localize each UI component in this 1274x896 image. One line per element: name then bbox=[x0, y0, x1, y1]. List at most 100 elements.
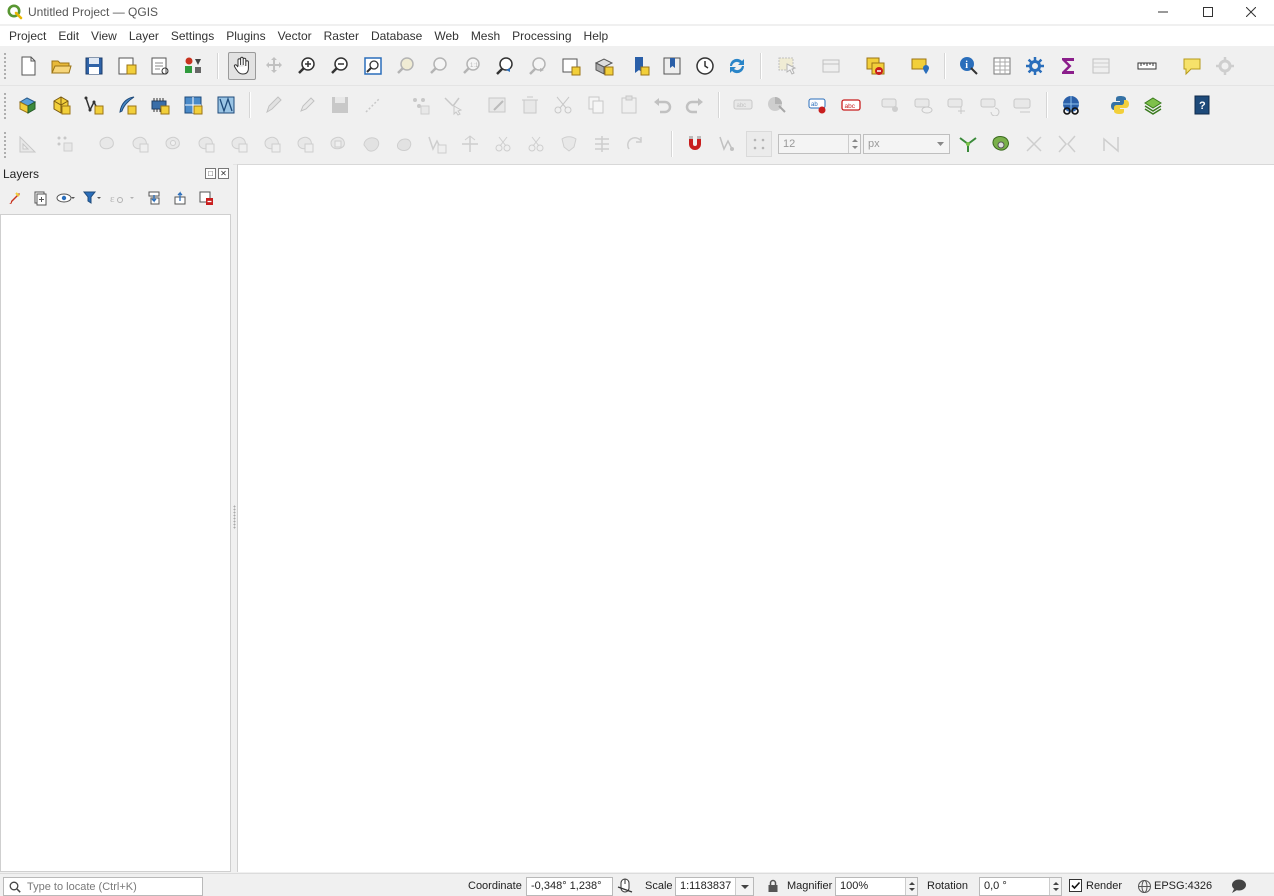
layout-manager-button[interactable] bbox=[147, 53, 173, 79]
spin-arrows[interactable] bbox=[848, 135, 860, 153]
zoom-to-selection-button[interactable] bbox=[393, 53, 419, 79]
select-by-value-button[interactable] bbox=[818, 53, 844, 79]
menu-project[interactable]: Project bbox=[3, 26, 52, 47]
messages-button[interactable] bbox=[1230, 878, 1248, 894]
zoom-last-button[interactable] bbox=[492, 53, 518, 79]
statistical-summary-button[interactable] bbox=[1055, 53, 1081, 79]
delete-selected-button[interactable] bbox=[517, 92, 543, 118]
offset-curve-button[interactable] bbox=[259, 131, 285, 157]
zoom-to-layer-button[interactable] bbox=[426, 53, 452, 79]
minimize-button[interactable] bbox=[1140, 0, 1186, 24]
show-hide-labels-button[interactable] bbox=[911, 92, 937, 118]
align-features-button[interactable] bbox=[589, 131, 615, 157]
quickmapservices-button[interactable] bbox=[1140, 92, 1166, 118]
maximize-button[interactable] bbox=[1185, 0, 1231, 24]
pin-unpin-labels-button[interactable] bbox=[878, 92, 904, 118]
current-edits-button[interactable] bbox=[261, 92, 287, 118]
menu-plugins[interactable]: Plugins bbox=[220, 26, 271, 47]
redo-button[interactable] bbox=[682, 92, 708, 118]
toolbar-grip[interactable] bbox=[3, 131, 7, 159]
manage-map-themes-button[interactable] bbox=[56, 188, 76, 208]
rotation-spinbox[interactable]: 0,0 ° bbox=[979, 877, 1062, 896]
scale-dropdown-button[interactable] bbox=[735, 878, 753, 895]
fill-ring-button[interactable] bbox=[127, 131, 153, 157]
rotate-feature-button[interactable] bbox=[391, 131, 417, 157]
snapping-on-intersection-button[interactable] bbox=[988, 131, 1014, 157]
zoom-in-button[interactable] bbox=[294, 53, 320, 79]
move-label-button[interactable] bbox=[944, 92, 970, 118]
deselect-features-button[interactable] bbox=[862, 53, 888, 79]
layer-labeling-options-button[interactable]: abc bbox=[730, 92, 756, 118]
rotate-label-button[interactable] bbox=[977, 92, 1003, 118]
tracing-button[interactable] bbox=[1054, 131, 1080, 157]
new-bookmark-button[interactable] bbox=[627, 53, 653, 79]
add-ring-feature-button[interactable] bbox=[358, 131, 384, 157]
save-layer-edits-button[interactable] bbox=[327, 92, 353, 118]
refresh-button[interactable] bbox=[724, 53, 750, 79]
remove-layer-button[interactable] bbox=[196, 188, 216, 208]
new-shapefile-layer-button[interactable] bbox=[81, 92, 107, 118]
render-checkbox[interactable] bbox=[1069, 879, 1082, 892]
split-features-button[interactable] bbox=[490, 131, 516, 157]
data-source-manager-button[interactable] bbox=[15, 92, 41, 118]
new-project-button[interactable] bbox=[15, 53, 41, 79]
change-label-button[interactable] bbox=[1010, 92, 1036, 118]
merge-features-button[interactable] bbox=[523, 131, 549, 157]
float-panel-button[interactable]: □ bbox=[205, 168, 216, 179]
snapping-tolerance-spinbox[interactable]: 12 bbox=[778, 134, 861, 154]
toggle-extents-button[interactable] bbox=[617, 878, 633, 894]
highlight-pinned-labels-button[interactable]: ab bbox=[805, 92, 831, 118]
delete-ring-button[interactable] bbox=[160, 131, 186, 157]
locator-input[interactable] bbox=[27, 880, 197, 893]
toolbar-grip[interactable] bbox=[3, 92, 7, 120]
open-attribute-table-button[interactable] bbox=[989, 53, 1015, 79]
modify-attributes-button[interactable] bbox=[484, 92, 510, 118]
zoom-out-button[interactable] bbox=[327, 53, 353, 79]
advanced-digitizing-button[interactable] bbox=[15, 131, 41, 157]
toolbar-grip[interactable] bbox=[3, 52, 7, 80]
select-features-button[interactable] bbox=[774, 53, 800, 79]
magnifier-spin-arrows[interactable] bbox=[905, 878, 917, 895]
enable-snapping-button[interactable] bbox=[682, 131, 708, 157]
new-map-view-button[interactable] bbox=[558, 53, 584, 79]
split-parts-button[interactable] bbox=[424, 131, 450, 157]
new-temporary-layer-button[interactable] bbox=[147, 92, 173, 118]
temporal-controller-button[interactable] bbox=[692, 53, 718, 79]
identify-features-button[interactable]: i bbox=[956, 53, 982, 79]
menu-web[interactable]: Web bbox=[428, 26, 464, 47]
new-print-layout-button[interactable] bbox=[114, 53, 140, 79]
trim-extend-button[interactable] bbox=[622, 131, 648, 157]
cut-features-button[interactable] bbox=[550, 92, 576, 118]
map-tips-button[interactable] bbox=[1179, 53, 1205, 79]
metasearch-button[interactable] bbox=[1058, 92, 1084, 118]
menu-edit[interactable]: Edit bbox=[52, 26, 85, 47]
enable-avoid-overlap-button[interactable] bbox=[1098, 131, 1124, 157]
menu-help[interactable]: Help bbox=[578, 26, 615, 47]
layer-diagram-options-button[interactable] bbox=[763, 92, 789, 118]
merge-attributes-button[interactable] bbox=[556, 131, 582, 157]
reshape-features-button[interactable] bbox=[226, 131, 252, 157]
undo-button[interactable] bbox=[649, 92, 675, 118]
attribute-table-dropdown-button[interactable] bbox=[1088, 53, 1114, 79]
add-ring-button[interactable] bbox=[52, 131, 78, 157]
menu-mesh[interactable]: Mesh bbox=[465, 26, 506, 47]
zoom-full-button[interactable] bbox=[360, 53, 386, 79]
scale-combobox[interactable]: 1:1183837 bbox=[675, 877, 754, 896]
menu-database[interactable]: Database bbox=[365, 26, 428, 47]
new-spatialite-layer-button[interactable] bbox=[114, 92, 140, 118]
pan-to-selection-button[interactable] bbox=[261, 53, 287, 79]
snapping-unit-select[interactable]: px bbox=[863, 134, 950, 154]
close-panel-button[interactable]: ✕ bbox=[218, 168, 229, 179]
lock-scale-button[interactable] bbox=[766, 879, 780, 893]
new-mesh-layer-button[interactable] bbox=[213, 92, 239, 118]
add-point-feature-button[interactable] bbox=[407, 92, 433, 118]
toolbox-button[interactable] bbox=[1022, 53, 1048, 79]
simplify-feature-button[interactable] bbox=[325, 131, 351, 157]
measure-line-button[interactable] bbox=[1134, 53, 1160, 79]
snapping-type-button[interactable] bbox=[746, 131, 772, 157]
delete-part-button[interactable] bbox=[193, 131, 219, 157]
select-by-location-button[interactable] bbox=[908, 53, 934, 79]
topological-editing-button[interactable] bbox=[955, 131, 981, 157]
save-project-button[interactable] bbox=[81, 53, 107, 79]
coordinate-field[interactable]: -0,348° 1,238° bbox=[526, 877, 613, 896]
